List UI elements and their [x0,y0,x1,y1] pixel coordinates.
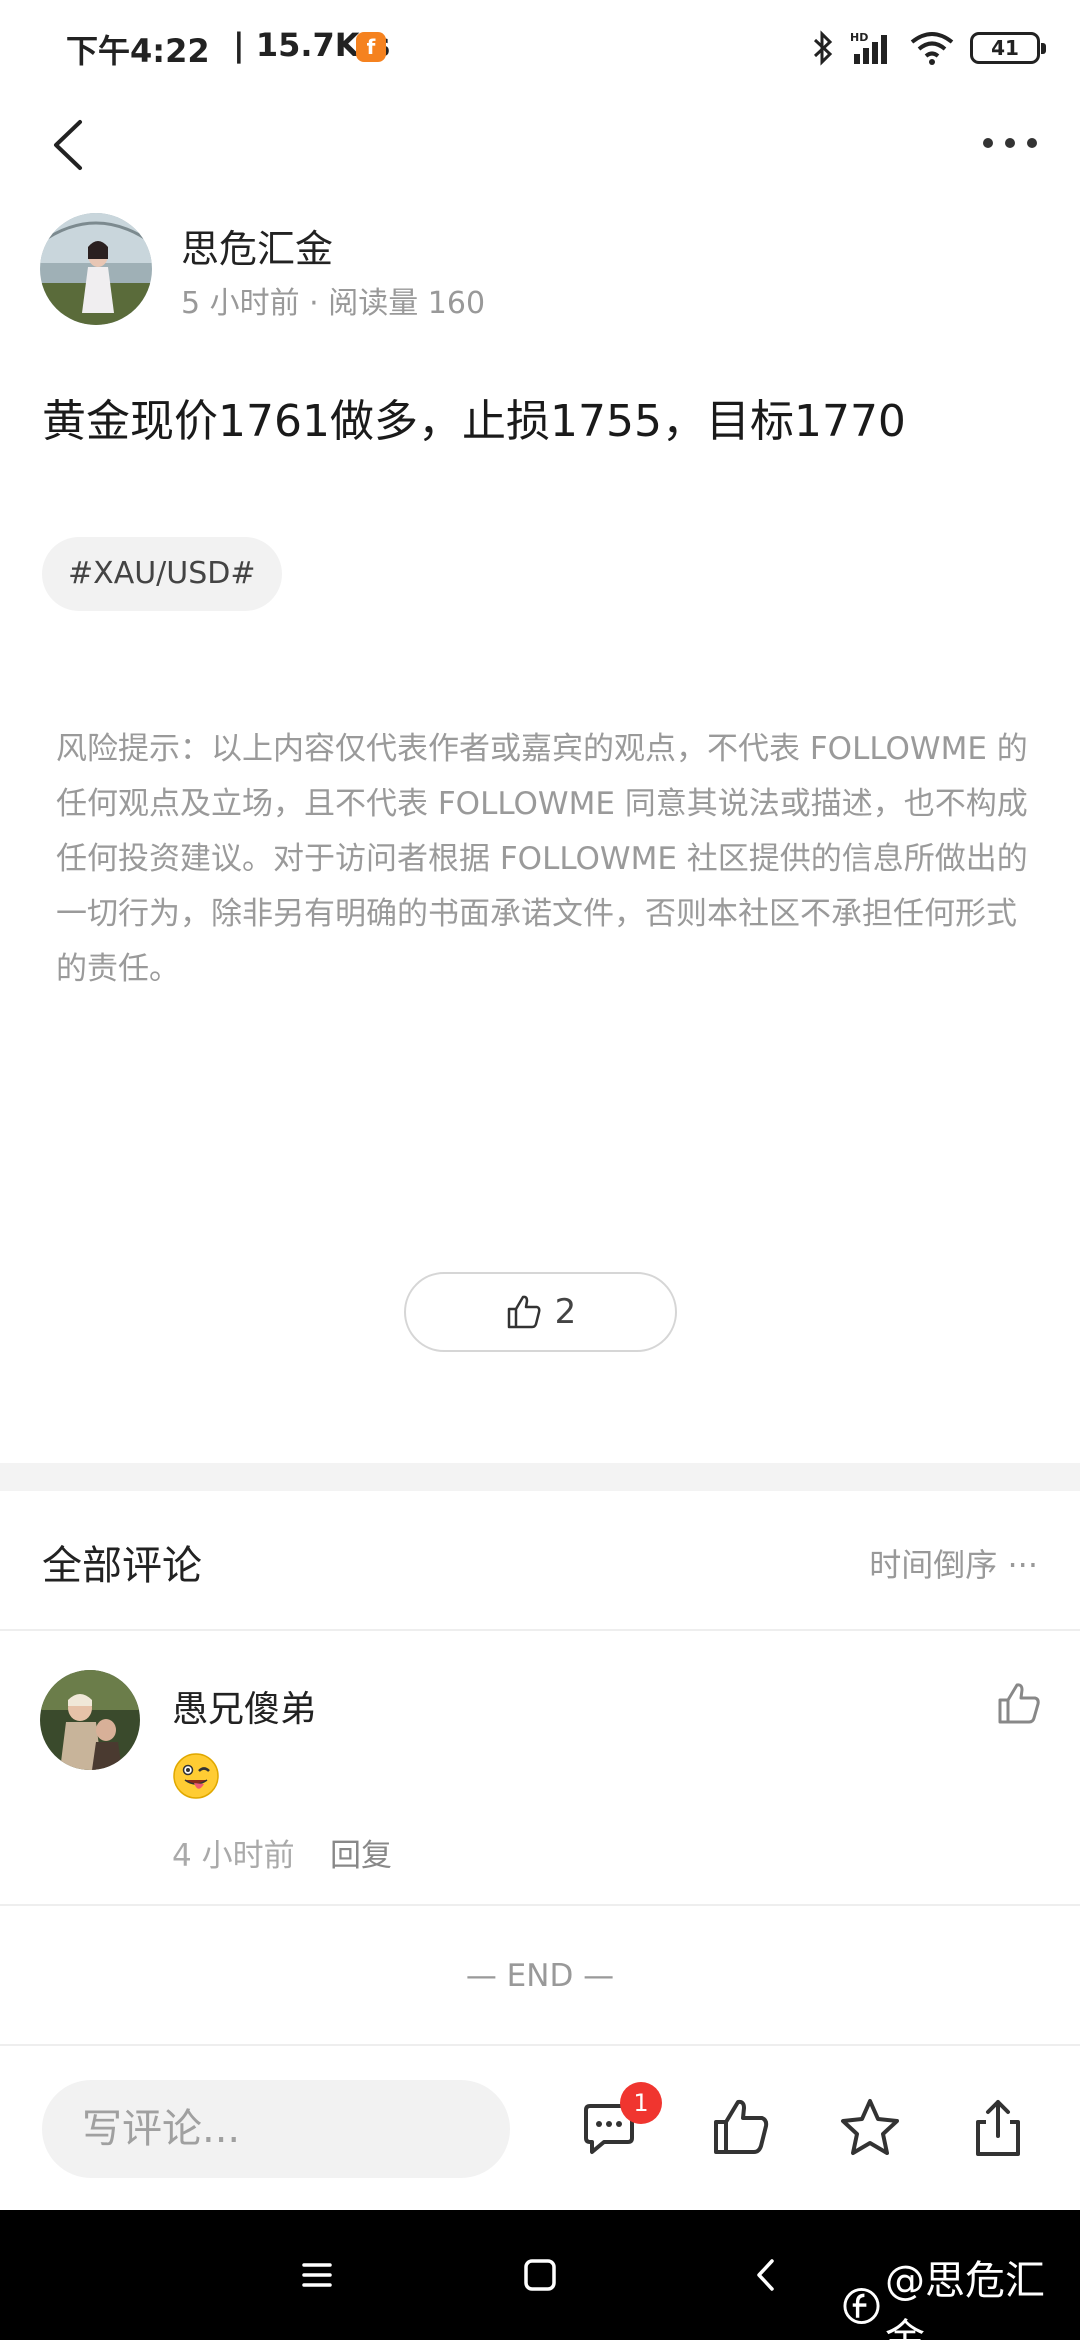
tag-chip[interactable]: #XAU/USD# [42,537,282,611]
comment-author[interactable]: 愚兄傻弟 [172,1680,316,1732]
share-button[interactable] [966,2096,1030,2160]
nav-home-button[interactable] [515,2250,565,2300]
followme-logo-icon [843,2287,880,2325]
status-time: 下午4:22 [66,32,210,70]
end-marker: — END — [465,1958,615,1994]
thumb-up-icon [714,2099,769,2154]
bluetooth-icon [813,30,833,66]
post-content: 黄金现价1761做多，止损1755，目标1770 [42,396,906,447]
sort-order-button[interactable]: 时间倒序 ··· [869,1540,1038,1586]
favorite-button[interactable] [838,2096,902,2160]
star-icon [841,2099,899,2155]
menu-icon [302,2263,332,2287]
wifi-icon [910,32,954,65]
comments-header-divider [0,1629,1080,1631]
comment-input[interactable] [42,2080,510,2178]
svg-text:HD: HD [850,31,868,44]
watermark: @思危汇金 [842,2248,1080,2340]
thumb-up-icon [507,1295,541,1329]
app-notification-icon: f [356,32,386,62]
like-action-button[interactable] [708,2096,772,2160]
bottom-action-bar: 1 [0,2044,1080,2210]
back-arrow-icon [54,120,82,170]
nav-menu-button[interactable] [292,2250,342,2300]
system-nav-bar: @思危汇金 [0,2210,1080,2340]
back-button[interactable] [40,110,100,180]
emoji-winking-tongue [172,1752,220,1800]
share-icon [976,2100,1020,2156]
more-dots-icon [983,138,1037,148]
back-icon [757,2259,774,2291]
comment-time: 4 小时前 [172,1838,295,1874]
comment-reply-button[interactable]: 回复 [330,1830,392,1875]
battery-icon: 41 [970,32,1046,64]
sort-label: 时间倒序 [869,1546,998,1584]
comment-divider [0,1904,1080,1906]
section-divider [0,1463,1080,1491]
home-square-icon [524,2259,556,2291]
author-avatar[interactable] [40,213,152,325]
status-icons: HD 41 [812,28,1046,68]
hd-signal-icon: HD [850,31,887,64]
risk-disclaimer: 风险提示：以上内容仅代表作者或嘉宾的观点，不代表 FOLLOWME 的任何观点及… [56,731,1028,987]
status-separator: | [233,26,245,64]
sort-more-icon: ··· [1007,1546,1038,1584]
post-meta: 5 小时前 · 阅读量 160 [181,286,486,321]
author-name[interactable]: 思危汇金 [181,218,333,273]
nav-back-button[interactable] [742,2250,792,2300]
thumb-up-icon [998,1683,1040,1724]
like-count: 2 [554,1292,577,1332]
watermark-text: @思危汇金 [885,2258,1045,2340]
status-bar: 下午4:22 | 15.7K/s f HD 41 [0,0,1080,96]
comment-count-badge: 1 [620,2082,662,2124]
like-button[interactable]: 2 [404,1272,677,1352]
more-button[interactable] [970,118,1050,168]
comments-title: 全部评论 [42,1543,202,1589]
comment-like-button[interactable] [994,1680,1042,1728]
comment-avatar[interactable] [40,1670,140,1770]
